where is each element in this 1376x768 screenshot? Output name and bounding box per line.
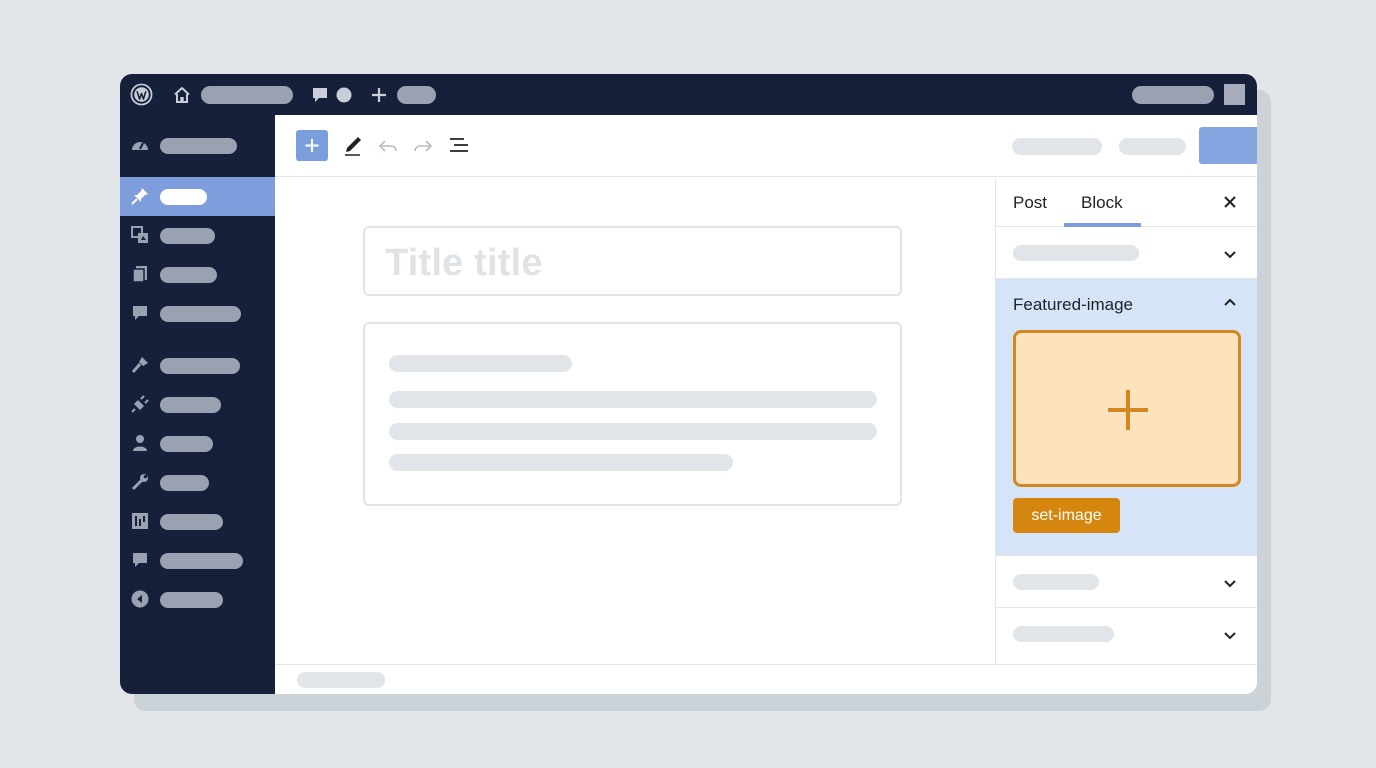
home-icon[interactable]: [172, 85, 192, 105]
paragraph-block[interactable]: [363, 322, 902, 506]
sidebar-label-placeholder: [160, 138, 237, 154]
list-view-icon[interactable]: [448, 135, 470, 157]
notification-dot-icon: [336, 87, 352, 103]
tab-post[interactable]: Post: [1013, 193, 1047, 213]
add-block-icon: [305, 139, 319, 152]
edit-pen-icon[interactable]: [342, 134, 364, 156]
sidebar-item-tools[interactable]: [120, 463, 275, 502]
editor-window: Title title Post Block Featured-image se…: [120, 74, 1257, 694]
content-line-placeholder: [389, 423, 877, 440]
comment-icon[interactable]: [311, 86, 329, 104]
redo-icon[interactable]: [412, 135, 434, 157]
plus-icon: [1108, 390, 1148, 430]
content-line-placeholder: [389, 391, 877, 408]
save-draft-placeholder[interactable]: [1012, 138, 1102, 155]
sidebar-label-placeholder: [160, 514, 223, 530]
sidebar-label-placeholder: [160, 475, 209, 491]
panel-section[interactable]: [996, 608, 1257, 664]
site-name-placeholder[interactable]: [201, 86, 293, 104]
media-icon: [130, 225, 150, 245]
plus-icon[interactable]: [370, 86, 388, 104]
sidebar-label-placeholder: [160, 306, 241, 322]
avatar[interactable]: [1224, 84, 1245, 105]
breadcrumb-placeholder[interactable]: [297, 672, 385, 688]
sidebar-item-posts[interactable]: [120, 177, 283, 216]
close-icon[interactable]: [1222, 194, 1238, 210]
sidebar-item-comments[interactable]: [120, 294, 275, 333]
settings-icon: [130, 511, 150, 531]
undo-icon[interactable]: [377, 135, 399, 157]
users-icon: [130, 433, 150, 453]
editor-canvas: Title title: [275, 178, 995, 664]
sidebar-item-settings[interactable]: [120, 502, 275, 541]
sidebar-item-plugins[interactable]: [120, 385, 275, 424]
section-label-placeholder: [1013, 626, 1114, 642]
appearance-icon: [130, 355, 150, 375]
set-image-button[interactable]: set-image: [1013, 498, 1120, 533]
pages-icon: [130, 264, 150, 284]
featured-image-section: Featured-image set-image: [996, 279, 1257, 555]
admin-sidebar: [120, 115, 283, 694]
comments-icon: [130, 303, 150, 323]
new-label-placeholder[interactable]: [397, 86, 436, 104]
sidebar-label-placeholder: [160, 436, 213, 452]
admin-bar: [120, 74, 1257, 115]
tools-icon: [130, 472, 150, 492]
wordpress-logo-icon[interactable]: [130, 83, 153, 106]
sidebar-item-pages[interactable]: [120, 255, 275, 294]
sidebar-label-placeholder: [160, 592, 223, 608]
collapse-icon: [130, 589, 150, 609]
post-title-field[interactable]: Title title: [363, 226, 902, 296]
sidebar-item-dashboard[interactable]: [120, 126, 275, 165]
sidebar-item-media[interactable]: [120, 216, 275, 255]
panel-tabs: Post Block: [996, 178, 1257, 227]
editor-footer: [275, 664, 1257, 694]
dashboard-icon: [130, 135, 150, 155]
featured-image-title[interactable]: Featured-image: [1013, 295, 1133, 315]
chevron-down-icon: [1222, 575, 1238, 591]
panel-section[interactable]: [996, 555, 1257, 608]
sidebar-label-placeholder: [160, 397, 221, 413]
add-block-button[interactable]: [296, 130, 328, 161]
sidebar-label-placeholder: [160, 358, 240, 374]
sidebar-label-placeholder: [160, 267, 217, 283]
feedback-icon: [130, 550, 150, 570]
plugins-icon: [130, 394, 150, 414]
sidebar-label-placeholder: [160, 189, 207, 205]
editor-toolbar: [275, 115, 1257, 177]
user-name-placeholder[interactable]: [1132, 86, 1214, 104]
sidebar-item-collapse[interactable]: [120, 580, 275, 619]
featured-image-dropzone[interactable]: [1013, 330, 1241, 487]
chevron-up-icon[interactable]: [1222, 295, 1238, 311]
publish-button[interactable]: [1199, 127, 1257, 164]
pin-icon: [130, 186, 150, 206]
sidebar-item-feedback[interactable]: [120, 541, 275, 580]
tab-block[interactable]: Block: [1081, 193, 1123, 213]
preview-placeholder[interactable]: [1119, 138, 1186, 155]
sidebar-label-placeholder: [160, 553, 243, 569]
panel-section[interactable]: [996, 227, 1257, 279]
chevron-down-icon: [1222, 246, 1238, 262]
settings-panel: Post Block Featured-image set-image: [995, 178, 1257, 664]
sidebar-item-appearance[interactable]: [120, 346, 275, 385]
sidebar-item-users[interactable]: [120, 424, 275, 463]
content-line-placeholder: [389, 454, 733, 471]
sidebar-label-placeholder: [160, 228, 215, 244]
content-line-placeholder: [389, 355, 572, 372]
post-title-placeholder: Title title: [385, 242, 543, 284]
section-label-placeholder: [1013, 245, 1139, 261]
section-label-placeholder: [1013, 574, 1099, 590]
chevron-down-icon: [1222, 627, 1238, 643]
